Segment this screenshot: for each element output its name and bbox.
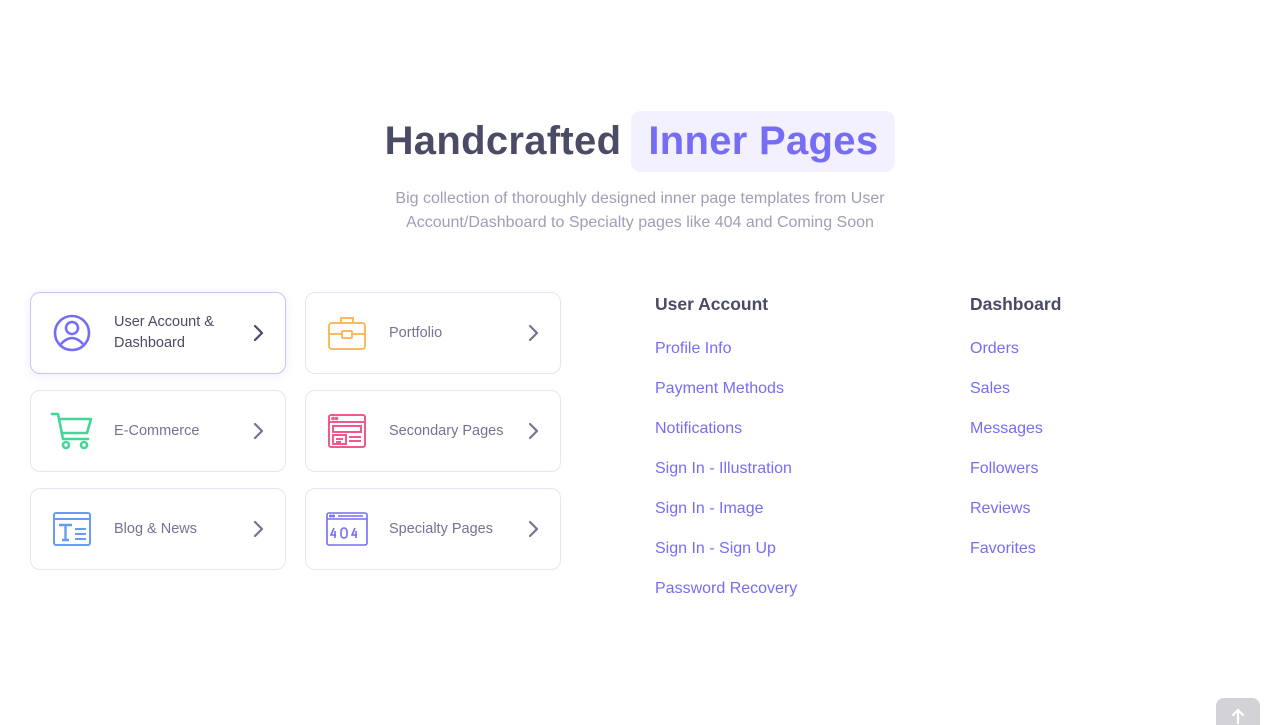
briefcase-icon bbox=[324, 310, 370, 356]
chevron-right-icon bbox=[253, 520, 264, 538]
link-password-recovery[interactable]: Password Recovery bbox=[655, 579, 797, 599]
link-reviews[interactable]: Reviews bbox=[970, 499, 1061, 519]
link-sign-in-sign-up[interactable]: Sign In - Sign Up bbox=[655, 539, 797, 559]
link-payment-methods[interactable]: Payment Methods bbox=[655, 379, 797, 399]
link-favorites[interactable]: Favorites bbox=[970, 539, 1061, 559]
card-label: E-Commerce bbox=[114, 422, 200, 439]
chevron-right-icon bbox=[528, 520, 539, 538]
page-subtitle: Big collection of thoroughly designed in… bbox=[395, 190, 885, 231]
card-specialty-pages[interactable]: Specialty Pages bbox=[305, 488, 561, 570]
user-account-column: User Account Profile Info Payment Method… bbox=[655, 294, 797, 619]
chevron-right-icon bbox=[253, 422, 264, 440]
browser-layout-icon bbox=[324, 408, 370, 454]
text-document-icon bbox=[49, 506, 95, 552]
link-sales[interactable]: Sales bbox=[970, 379, 1061, 399]
error-404-icon bbox=[324, 506, 370, 552]
dashboard-heading: Dashboard bbox=[970, 294, 1062, 314]
link-sign-in-image[interactable]: Sign In - Image bbox=[655, 499, 797, 519]
hero-section: Handcrafted Inner Pages Big collection o… bbox=[0, 111, 1280, 235]
link-notifications[interactable]: Notifications bbox=[655, 419, 797, 439]
link-messages[interactable]: Messages bbox=[970, 419, 1061, 439]
card-e-commerce[interactable]: E-Commerce bbox=[30, 390, 286, 472]
card-blog-news[interactable]: Blog & News bbox=[30, 488, 286, 570]
card-label: Blog & News bbox=[114, 520, 198, 537]
card-label: Specialty Pages bbox=[389, 520, 493, 537]
link-followers[interactable]: Followers bbox=[970, 459, 1061, 479]
chevron-right-icon bbox=[528, 324, 539, 342]
card-portfolio[interactable]: Portfolio bbox=[305, 292, 561, 374]
chevron-right-icon bbox=[528, 422, 539, 440]
arrow-up-icon bbox=[1231, 708, 1245, 724]
link-orders[interactable]: Orders bbox=[970, 339, 1061, 359]
user-circle-icon bbox=[49, 310, 95, 356]
link-profile-info[interactable]: Profile Info bbox=[655, 339, 797, 359]
card-label: Portfolio bbox=[389, 324, 443, 341]
page-title: Handcrafted Inner Pages bbox=[385, 111, 896, 172]
link-sign-in-illustration[interactable]: Sign In - Illustration bbox=[655, 459, 797, 479]
title-highlight: Inner Pages bbox=[631, 111, 896, 172]
card-secondary-pages[interactable]: Secondary Pages bbox=[305, 390, 561, 472]
card-label: User Account & Dashboard bbox=[114, 314, 214, 351]
back-to-top-button[interactable] bbox=[1216, 698, 1260, 725]
card-label: Secondary Pages bbox=[389, 422, 504, 439]
title-main: Handcrafted bbox=[384, 119, 622, 163]
cart-icon bbox=[49, 408, 95, 454]
user-account-heading: User Account bbox=[655, 294, 769, 314]
dashboard-column: Dashboard Orders Sales Messages Follower… bbox=[970, 294, 1061, 579]
chevron-right-icon bbox=[253, 324, 264, 342]
card-user-account-dashboard[interactable]: User Account & Dashboard bbox=[30, 292, 286, 374]
category-cards: User Account & Dashboard Portfolio E-Com… bbox=[30, 292, 561, 570]
